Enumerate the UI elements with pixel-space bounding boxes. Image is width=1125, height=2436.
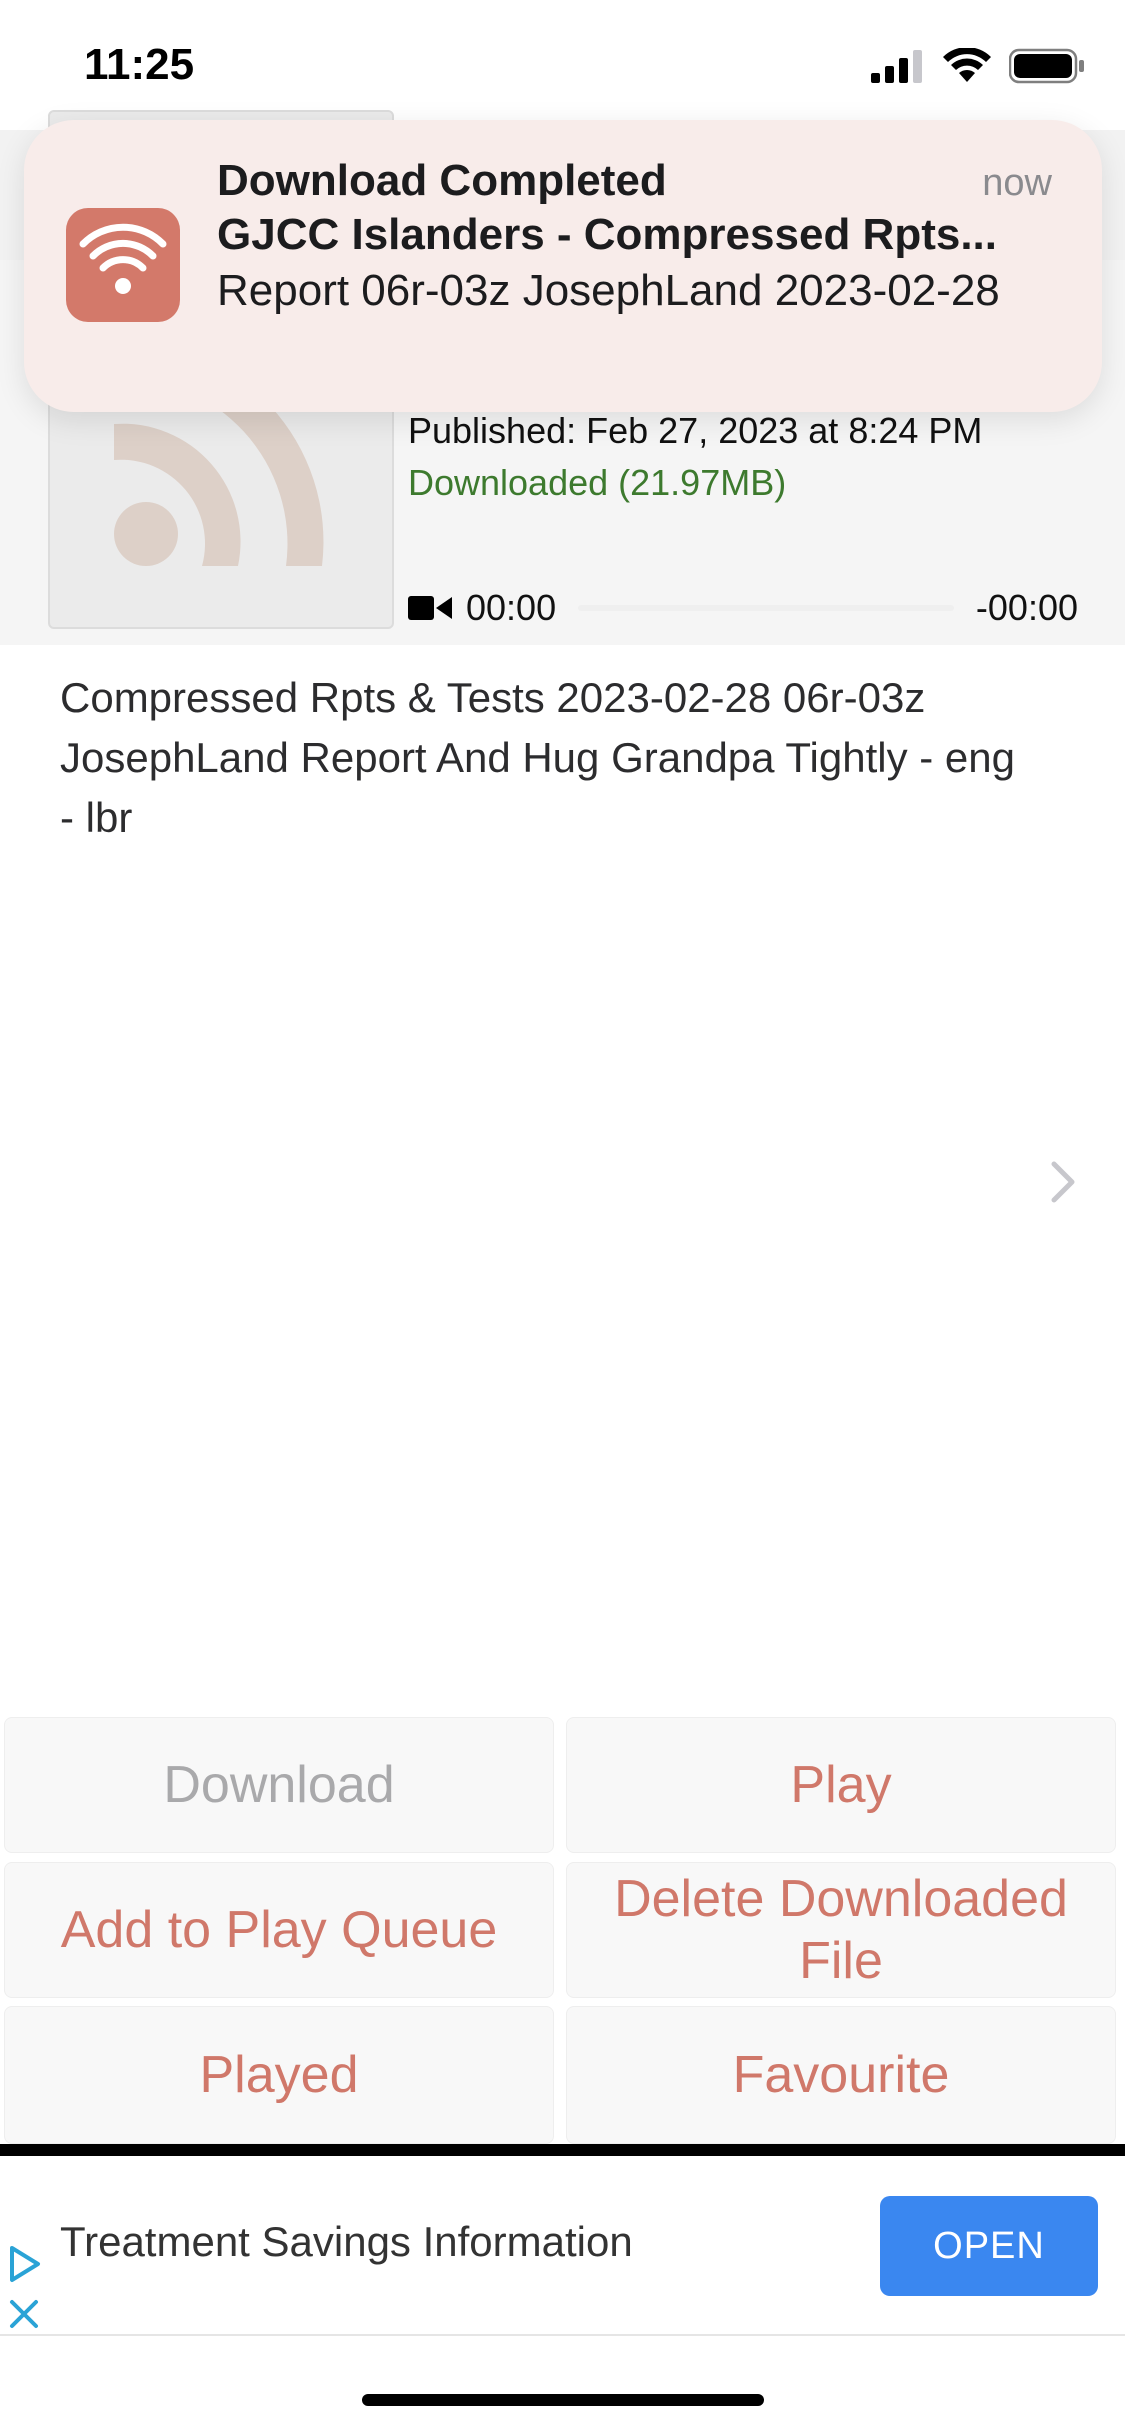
ad-choices-icon[interactable] [6,2244,42,2284]
ad-text[interactable]: Treatment Savings Information [60,2218,633,2266]
played-button[interactable]: Played [4,2006,554,2144]
ad-divider [0,2144,1125,2156]
play-button[interactable]: Play [566,1717,1116,1853]
status-icons [871,48,1085,84]
ad-banner[interactable]: Treatment Savings Information OPEN [0,2156,1125,2336]
video-camera-icon[interactable] [408,594,452,622]
published-date: Published: Feb 27, 2023 at 8:24 PM [408,410,983,451]
home-indicator[interactable] [362,2394,764,2406]
ad-open-button[interactable]: OPEN [880,2196,1098,2296]
status-time: 11:25 [84,40,195,89]
progress-slider[interactable] [578,605,954,611]
favourite-button[interactable]: Favourite [566,2006,1116,2144]
ad-close-icon[interactable] [8,2298,40,2330]
download-status: Downloaded (21.97MB) [408,462,787,503]
elapsed-time: 00:00 [466,587,557,628]
wifi-icon [943,48,991,82]
cellular-signal-icon [871,50,922,83]
podcast-wifi-icon [79,223,167,294]
chevron-right-icon[interactable] [1050,1160,1078,1204]
add-to-queue-button[interactable]: Add to Play Queue [4,1862,554,1998]
battery-icon [1009,48,1084,84]
notification-body: Report 06r-03z JosephLand 2023-02-28 [217,266,1000,315]
delete-downloaded-button[interactable]: Delete Downloaded File [566,1862,1116,1998]
notification-subtitle: GJCC Islanders - Compressed Rpts... [217,210,997,259]
notification-time: now [982,162,1052,204]
episode-description: Compressed Rpts & Tests 2023-02-28 06r-0… [60,674,1015,841]
download-notification[interactable]: Download Completed GJCC Islanders - Comp… [24,120,1102,412]
app-icon [66,208,180,322]
notification-title: Download Completed [217,156,667,205]
download-button[interactable]: Download [4,1717,554,1853]
media-player: 00:00 -00:00 [408,585,1078,631]
remaining-time: -00:00 [975,587,1078,628]
